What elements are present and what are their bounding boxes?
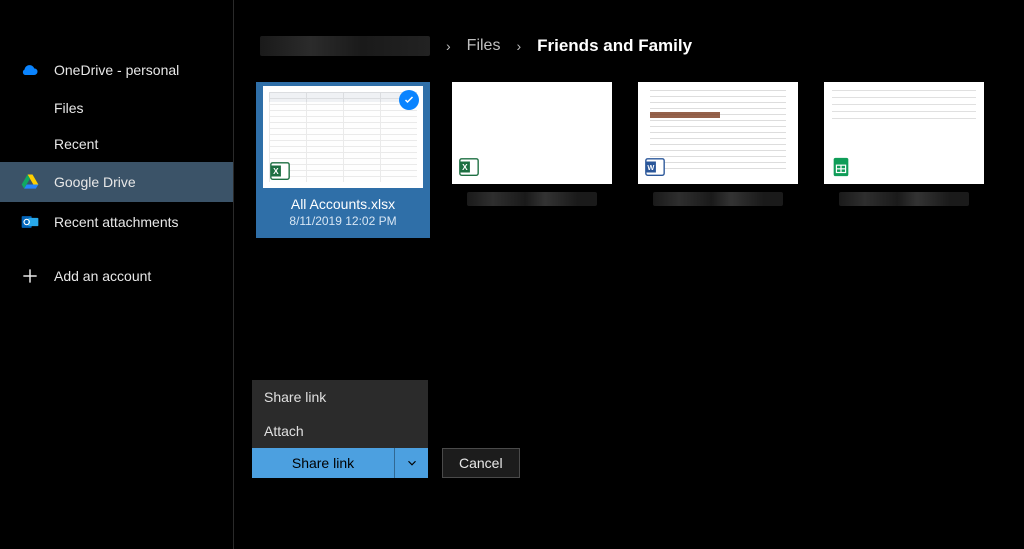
excel-icon: X [269, 160, 291, 182]
sidebar-item-google-drive[interactable]: Google Drive [0, 162, 233, 202]
svg-text:W: W [647, 163, 654, 172]
sidebar-item-label: Google Drive [54, 174, 136, 190]
svg-text:X: X [462, 163, 468, 172]
file-date: 8/11/2019 12:02 PM [289, 214, 396, 228]
file-tile-all-accounts[interactable]: X All Accounts.xlsx 8/11/2019 12:02 PM [256, 82, 430, 238]
svg-text:X: X [273, 167, 279, 176]
main-panel: › Files › Friends and Family X All Acco [234, 0, 1024, 549]
file-thumbnail: X [263, 86, 423, 188]
file-name: All Accounts.xlsx [260, 196, 426, 212]
breadcrumb-files[interactable]: Files [467, 37, 501, 55]
app-root: OneDrive - personal Files Recent Google … [0, 0, 1024, 549]
sidebar-item-recent-attachments[interactable]: Recent attachments [0, 202, 233, 242]
share-dropdown-menu: Share link Attach [252, 380, 428, 448]
chevron-right-icon: › [516, 38, 521, 54]
sheets-icon [830, 156, 852, 178]
selected-check-icon [399, 90, 419, 110]
file-thumbnail: X [452, 82, 612, 184]
file-thumbnail [824, 82, 984, 184]
sidebar-item-label: Add an account [54, 268, 151, 284]
breadcrumb: › Files › Friends and Family [252, 0, 1006, 72]
sidebar-item-add-account[interactable]: Add an account [0, 256, 233, 296]
menu-item-label: Attach [264, 423, 304, 439]
file-tile[interactable]: X [448, 82, 616, 238]
word-icon: W [644, 156, 666, 178]
sidebar-item-label: Files [54, 100, 84, 116]
sidebar-item-label: Recent attachments [54, 214, 179, 230]
file-name-redacted [467, 192, 597, 206]
menu-item-share-link[interactable]: Share link [252, 380, 428, 414]
outlook-icon [20, 212, 40, 232]
plus-icon [20, 266, 40, 286]
cancel-button[interactable]: Cancel [442, 448, 520, 478]
file-thumbnail: W [638, 82, 798, 184]
button-label: Share link [252, 448, 394, 478]
sidebar: OneDrive - personal Files Recent Google … [0, 0, 234, 549]
excel-icon: X [458, 156, 480, 178]
breadcrumb-root-redacted[interactable] [260, 36, 430, 56]
file-grid: X All Accounts.xlsx 8/11/2019 12:02 PM X [252, 72, 1006, 238]
cloud-icon [20, 60, 40, 80]
sidebar-item-label: OneDrive - personal [54, 62, 179, 78]
sidebar-item-label: Recent [54, 136, 98, 152]
breadcrumb-current: Friends and Family [537, 36, 692, 56]
chevron-right-icon: › [446, 38, 451, 54]
chevron-down-icon[interactable] [394, 448, 428, 478]
file-tile[interactable]: W [634, 82, 802, 238]
sidebar-item-onedrive[interactable]: OneDrive - personal [0, 50, 233, 90]
gdrive-icon [20, 172, 40, 192]
file-name-redacted [839, 192, 969, 206]
menu-item-label: Share link [264, 389, 326, 405]
file-tile[interactable] [820, 82, 988, 238]
action-area: Share link Attach Share link Cancel [252, 380, 520, 478]
button-label: Cancel [459, 455, 503, 471]
sidebar-item-recent[interactable]: Recent [0, 126, 233, 162]
file-name-redacted [653, 192, 783, 206]
button-row: Share link Cancel [252, 448, 520, 478]
share-link-button[interactable]: Share link [252, 448, 428, 478]
sidebar-item-files[interactable]: Files [0, 90, 233, 126]
menu-item-attach[interactable]: Attach [252, 414, 428, 448]
